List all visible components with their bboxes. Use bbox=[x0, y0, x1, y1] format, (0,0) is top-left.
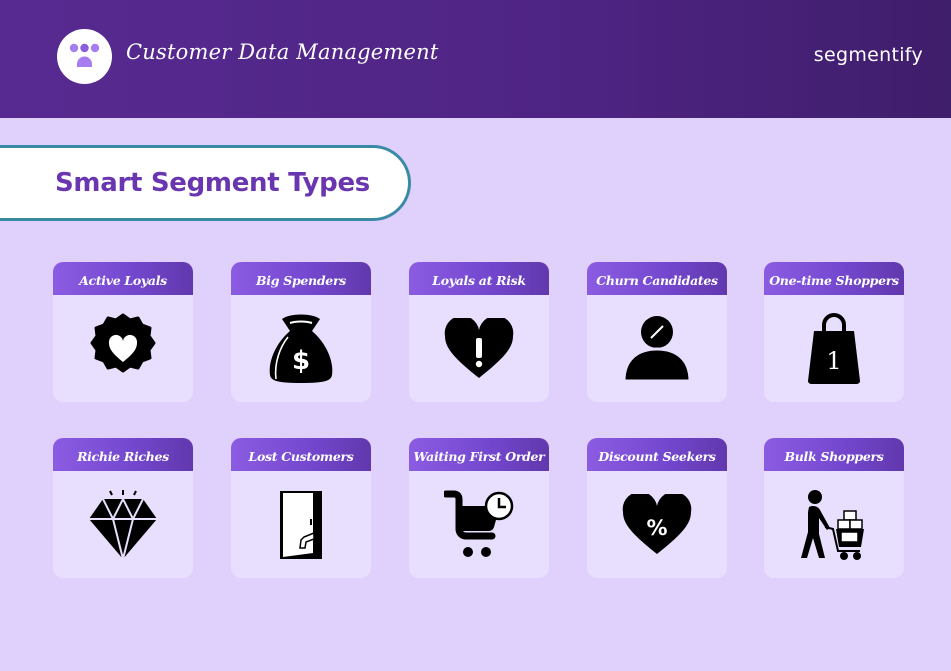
segment-card-active-loyals[interactable]: Active Loyals bbox=[53, 262, 193, 402]
segment-card-lost-customers[interactable]: Lost Customers bbox=[231, 438, 371, 578]
segment-label: Discount Seekers bbox=[587, 438, 727, 471]
segment-label: Bulk Shoppers bbox=[764, 438, 904, 471]
users-group-icon bbox=[69, 43, 100, 67]
shopping-bag-one-icon: 1 bbox=[808, 312, 860, 384]
person-cart-icon bbox=[801, 489, 864, 560]
segment-card-loyals-at-risk[interactable]: Loyals at Risk bbox=[409, 262, 549, 402]
segment-label: Active Loyals bbox=[53, 262, 193, 295]
svg-text:%: % bbox=[646, 516, 667, 540]
svg-text:1: 1 bbox=[826, 347, 841, 375]
app-title: Customer Data Management bbox=[126, 40, 439, 64]
segment-label: Waiting First Order bbox=[409, 438, 549, 471]
segment-label: Loyals at Risk bbox=[409, 262, 549, 295]
segment-label: One-time Shoppers bbox=[764, 262, 904, 295]
segment-card-discount-seekers[interactable]: Discount Seekers % bbox=[587, 438, 727, 578]
segment-card-one-time-shoppers[interactable]: One-time Shoppers 1 bbox=[764, 262, 904, 402]
diamond-icon bbox=[89, 489, 157, 559]
segment-label: Richie Riches bbox=[53, 438, 193, 471]
segment-label: Churn Candidates bbox=[587, 262, 727, 295]
heart-percent-icon: % bbox=[622, 493, 692, 554]
segment-card-waiting-first-order[interactable]: Waiting First Order bbox=[409, 438, 549, 578]
money-bag-icon: $ bbox=[269, 314, 333, 383]
heart-alert-icon bbox=[444, 317, 514, 378]
app-logo bbox=[57, 29, 112, 84]
cart-clock-icon bbox=[444, 490, 514, 557]
svg-text:$: $ bbox=[292, 346, 310, 376]
door-exit-icon bbox=[280, 490, 322, 559]
brand-logo: segmentify bbox=[813, 44, 923, 66]
section-title: Smart Segment Types bbox=[55, 168, 370, 198]
segment-card-churn-candidates[interactable]: Churn Candidates bbox=[587, 262, 727, 402]
segment-label: Lost Customers bbox=[231, 438, 371, 471]
user-slash-icon bbox=[622, 315, 692, 382]
segment-card-richie-riches[interactable]: Richie Riches bbox=[53, 438, 193, 578]
segment-card-big-spenders[interactable]: Big Spenders $ bbox=[231, 262, 371, 402]
segment-card-bulk-shoppers[interactable]: Bulk Shoppers bbox=[764, 438, 904, 578]
segment-label: Big Spenders bbox=[231, 262, 371, 295]
badge-heart-icon bbox=[90, 313, 156, 372]
header: Customer Data Management segmentify bbox=[0, 0, 951, 118]
